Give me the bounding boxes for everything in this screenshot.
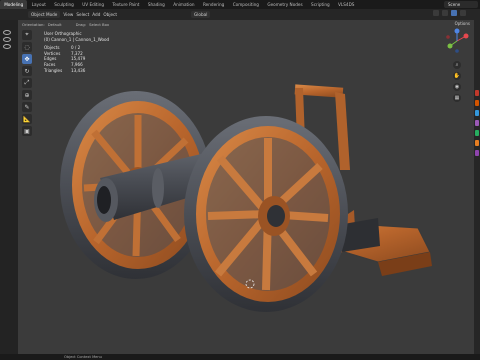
property-tab[interactable] (475, 90, 479, 96)
rotate-icon[interactable]: ↻ (22, 66, 32, 76)
visibility-eye-icon[interactable] (3, 37, 11, 42)
select-circle-icon[interactable]: ◌ (22, 42, 32, 52)
solid-shading-icon[interactable] (442, 10, 448, 16)
transform-orientation-dropdown[interactable]: Global (191, 11, 211, 18)
menu-add[interactable]: Add (92, 12, 100, 17)
menu-object[interactable]: Object (103, 12, 117, 17)
visibility-eye-icon[interactable] (3, 44, 11, 49)
transform-icon[interactable]: ⊕ (22, 90, 32, 100)
tab-compositing[interactable]: Compositing (229, 0, 264, 9)
tab-sculpting[interactable]: Sculpting (50, 0, 78, 9)
tab-vls4ds[interactable]: VLS4DS (334, 0, 359, 9)
orientation-label: Orientation: (22, 21, 45, 27)
tab-geometry-nodes[interactable]: Geometry Nodes (263, 0, 307, 9)
options-dropdown[interactable]: Options (455, 21, 470, 26)
tab-animation[interactable]: Animation (169, 0, 199, 9)
wireframe-shading-icon[interactable] (433, 10, 439, 16)
scale-icon[interactable]: ⤢ (22, 78, 32, 88)
property-tab[interactable] (475, 110, 479, 116)
tab-scripting[interactable]: Scripting (307, 0, 334, 9)
property-tab[interactable] (475, 150, 479, 156)
grid-icon[interactable]: ▦ (453, 94, 461, 102)
cursor-icon[interactable]: ⌖ (22, 30, 32, 40)
tool-settings-header: Orientation: Default Drag: Select Box (22, 20, 480, 28)
shading-buttons (433, 10, 466, 16)
status-text: Object Context Menu (64, 355, 102, 359)
stat-row: Triangles 13,436 (44, 67, 86, 73)
pan-icon[interactable]: ✋ (453, 72, 461, 80)
tab-texture-paint[interactable]: Texture Paint (108, 0, 143, 9)
scene-name: Scene (448, 2, 461, 7)
scene-selector[interactable]: Scene (444, 1, 478, 8)
drag-dropdown[interactable]: Select Box (89, 22, 109, 27)
tab-shading[interactable]: Shading (144, 0, 169, 9)
status-bar: Object Context Menu (0, 354, 480, 360)
tab-modeling[interactable]: Modeling (0, 0, 28, 9)
tab-layout[interactable]: Layout (27, 0, 50, 9)
tool-shelf: ⌖ ◌ ✥ ↻ ⤢ ⊕ ✎ 📐 ▣ (22, 30, 36, 138)
drag-label: Drag: (75, 21, 87, 27)
property-tab[interactable] (475, 130, 479, 136)
mode-dropdown[interactable]: Object Mode (28, 11, 61, 18)
property-tab[interactable] (475, 100, 479, 106)
orientation-dropdown[interactable]: Default (48, 22, 62, 27)
axis-gizmo[interactable] (444, 28, 470, 54)
add-cube-icon[interactable]: ▣ (22, 126, 32, 136)
move-icon[interactable]: ✥ (22, 54, 32, 64)
measure-icon[interactable]: 📐 (22, 114, 32, 124)
viewport-info: User Orthographic (0) Cannon_1 | Cannon_… (44, 31, 109, 73)
right-wheel (184, 116, 348, 312)
property-tab[interactable] (475, 140, 479, 146)
outliner-strip (0, 20, 18, 360)
visibility-eye-icon[interactable] (3, 30, 11, 35)
properties-tab-strip (474, 20, 480, 354)
camera-icon[interactable]: ◉ (453, 83, 461, 91)
annotate-icon[interactable]: ✎ (22, 102, 32, 112)
material-shading-icon[interactable] (451, 10, 457, 16)
tab-uv-editing[interactable]: UV Editing (78, 0, 108, 9)
menu-view[interactable]: View (63, 12, 73, 17)
zoom-icon[interactable]: ⌕ (453, 61, 461, 69)
workspace-tabbar: Modeling Layout Sculpting UV Editing Tex… (0, 0, 480, 9)
tab-rendering[interactable]: Rendering (199, 0, 229, 9)
property-tab[interactable] (475, 120, 479, 126)
navigation-gizmo: ⌕ ✋ ◉ ▦ (444, 28, 470, 105)
rendered-shading-icon[interactable] (460, 10, 466, 16)
active-collection: (0) Cannon_1 | Cannon_1_Wood (44, 36, 110, 42)
menu-select[interactable]: Select (76, 12, 89, 17)
viewport-header: Object Mode View Select Add Object Globa… (0, 9, 480, 20)
